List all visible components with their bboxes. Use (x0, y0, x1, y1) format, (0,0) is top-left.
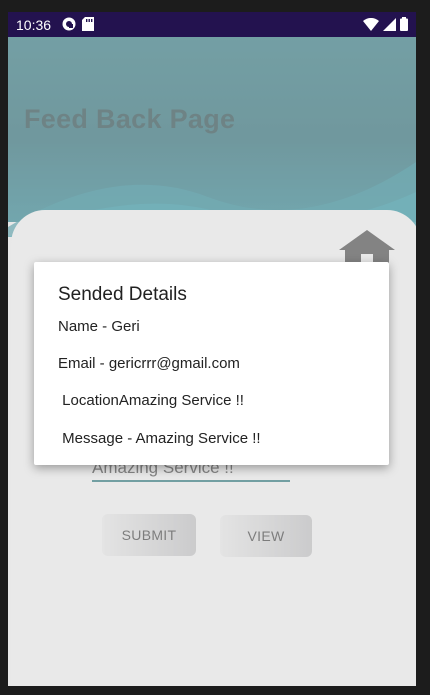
status-icons-left (62, 17, 94, 36)
status-bar: 10:36 (8, 12, 416, 37)
wifi-icon (363, 17, 379, 36)
dialog-name-line: Name - Geri (58, 318, 140, 335)
pocket-casts-icon (62, 17, 76, 36)
details-dialog: Sended Details Name - Geri Email - geric… (34, 262, 389, 465)
phone-screen: 10:36 Feed Back Page Amazing Service !! … (8, 12, 416, 686)
dialog-title: Sended Details (58, 284, 187, 305)
status-icons-right (363, 17, 408, 36)
sd-card-icon (82, 17, 94, 36)
dialog-location-line: LocationAmazing Service !! (58, 392, 244, 409)
battery-icon (400, 17, 408, 36)
dialog-message-line: Message - Amazing Service !! (58, 430, 261, 447)
signal-icon (383, 17, 396, 36)
status-time: 10:36 (16, 17, 52, 33)
dialog-email-line: Email - gericrrr@gmail.com (58, 355, 240, 372)
